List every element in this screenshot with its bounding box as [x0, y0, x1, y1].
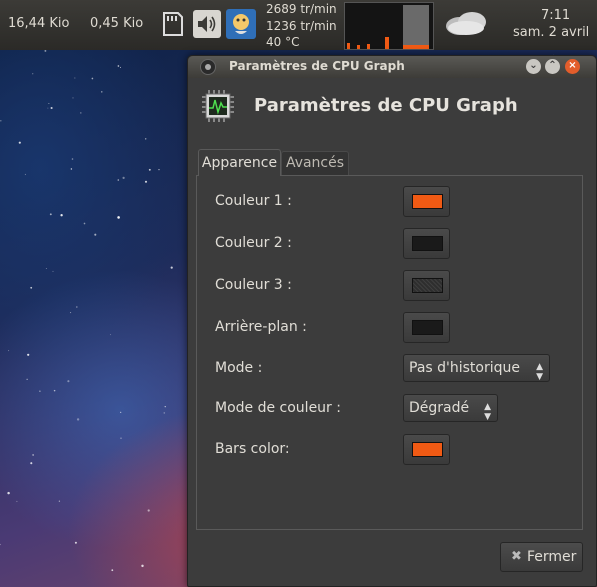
cpu-graph-applet[interactable] — [344, 2, 434, 50]
volume-icon[interactable] — [193, 10, 221, 42]
tab-avances[interactable]: Avancés — [281, 151, 349, 175]
maximize-button[interactable]: ⌃ — [545, 59, 560, 74]
mode-select-value: Pas d'historique — [409, 360, 521, 376]
color1-label: Couleur 1 : — [215, 193, 292, 209]
color1-swatch — [412, 194, 443, 209]
clock-date[interactable]: sam. 2 avril — [513, 25, 589, 40]
close-button-label: Fermer — [527, 549, 577, 565]
cpu-chip-icon — [200, 88, 236, 124]
appearance-tab-panel: Couleur 1 : Couleur 2 : Couleur 3 : Arri… — [196, 175, 583, 530]
color-mode-select-value: Dégradé — [409, 400, 470, 416]
color2-swatch — [412, 236, 443, 251]
messaging-icon[interactable] — [226, 9, 256, 43]
background-label: Arrière-plan : — [215, 319, 307, 335]
window-titlebar[interactable]: Paramètres de CPU Graph ⌄ ⌃ × — [188, 56, 596, 78]
close-button[interactable]: ✖ Fermer — [500, 542, 583, 572]
spin-arrows-icon: ▲ ▼ — [536, 362, 543, 382]
network-download-rate[interactable]: 16,44 Kio — [8, 16, 69, 31]
bars-color-swatch — [412, 442, 443, 457]
window-title: Paramètres de CPU Graph — [229, 59, 405, 73]
color2-label: Couleur 2 : — [215, 235, 292, 251]
bars-color-button[interactable] — [403, 434, 450, 465]
fan1-speed: 2689 tr/min — [266, 2, 337, 16]
close-icon: ✖ — [511, 549, 522, 564]
clock-time[interactable]: 7:11 — [541, 8, 570, 23]
memory-card-icon[interactable] — [161, 11, 185, 41]
color-mode-label: Mode de couleur : — [215, 400, 341, 416]
spin-arrows-icon: ▲ ▼ — [484, 402, 491, 422]
color3-swatch — [412, 278, 443, 293]
window-menu-icon[interactable] — [200, 59, 216, 75]
color2-button[interactable] — [403, 228, 450, 259]
tab-apparence[interactable]: Apparence — [198, 149, 281, 176]
cpu-graph-settings-dialog: Paramètres de CPU Graph ⌄ ⌃ × Paramètres… — [187, 55, 597, 587]
top-panel: 16,44 Kio 0,45 Kio 2689 tr/min 1236 tr/m… — [0, 0, 597, 50]
color1-button[interactable] — [403, 186, 450, 217]
minimize-button[interactable]: ⌄ — [526, 59, 541, 74]
color3-button[interactable] — [403, 270, 450, 301]
dialog-header-title: Paramètres de CPU Graph — [254, 95, 518, 116]
mode-label: Mode : — [215, 360, 263, 376]
close-window-button[interactable]: × — [565, 59, 580, 74]
background-swatch — [412, 320, 443, 335]
weather-icon[interactable] — [444, 10, 490, 38]
background-color-button[interactable] — [403, 312, 450, 343]
bars-color-label: Bars color: — [215, 441, 290, 457]
color-mode-select[interactable]: Dégradé ▲ ▼ — [403, 394, 498, 422]
color3-label: Couleur 3 : — [215, 277, 292, 293]
fan2-speed: 1236 tr/min — [266, 19, 337, 33]
mode-select[interactable]: Pas d'historique ▲ ▼ — [403, 354, 550, 382]
network-upload-rate[interactable]: 0,45 Kio — [90, 16, 143, 31]
temperature: 40 °C — [266, 35, 300, 49]
